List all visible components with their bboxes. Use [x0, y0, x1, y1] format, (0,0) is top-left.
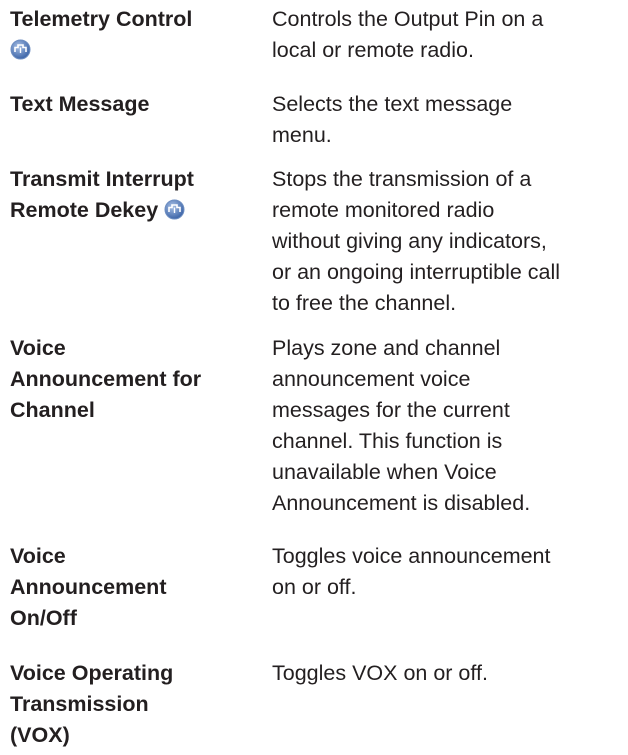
feature-name-line: Transmit Interrupt [10, 167, 194, 191]
feature-name: Transmit Interrupt Remote Dekey [10, 164, 260, 226]
feature-name-text: Remote Dekey [10, 198, 159, 222]
remote-capable-icon [164, 199, 185, 220]
description-line: on or off. [272, 575, 357, 599]
feature-name: Voice Announcement On/Off [10, 541, 260, 634]
description-line: remote monitored radio [272, 198, 495, 222]
feature-name-line: Channel [10, 398, 95, 422]
description-line: without giving any indicators, [272, 229, 547, 253]
description-line: or an ongoing interruptible call [272, 260, 561, 284]
feature-name-line: (VOX) [10, 723, 70, 747]
description-line: Toggles VOX on or off. [272, 661, 488, 685]
feature-name: Voice Operating Transmission (VOX) [10, 658, 260, 751]
description-line: Plays zone and channel [272, 336, 501, 360]
feature-table: Telemetry Control Controls the Output Pi… [0, 0, 628, 755]
feature-name-line: Text Message [10, 92, 150, 116]
description-line: Controls the Output Pin on a [272, 7, 544, 31]
description-line: local or remote radio. [272, 38, 474, 62]
feature-name-line: Telemetry Control [10, 7, 193, 31]
feature-description: Toggles VOX on or off. [272, 658, 624, 689]
description-line: announcement voice [272, 367, 471, 391]
feature-name-line: On/Off [10, 606, 77, 630]
description-line: Toggles voice announcement [272, 544, 551, 568]
feature-description: Stops the transmission of a remote monit… [272, 164, 624, 319]
description-line: Stops the transmission of a [272, 167, 532, 191]
feature-name-line: Voice [10, 544, 66, 568]
feature-name-line: Voice Operating [10, 661, 174, 685]
feature-name-line: Announcement for [10, 367, 202, 391]
remote-capable-icon [10, 39, 31, 60]
feature-name-line: Announcement [10, 575, 167, 599]
feature-icon-line [10, 35, 260, 66]
description-line: messages for the current [272, 398, 510, 422]
feature-description: Selects the text message menu. [272, 89, 624, 151]
feature-description: Controls the Output Pin on a local or re… [272, 4, 624, 66]
feature-description: Plays zone and channel announcement voic… [272, 333, 624, 519]
description-line: channel. This function is [272, 429, 503, 453]
description-line: unavailable when Voice [272, 460, 497, 484]
description-line: menu. [272, 123, 332, 147]
feature-name-line: Voice [10, 336, 66, 360]
feature-name: Voice Announcement for Channel [10, 333, 260, 426]
description-line: to free the channel. [272, 291, 457, 315]
description-line: Selects the text message [272, 92, 513, 116]
feature-name: Telemetry Control [10, 4, 260, 66]
description-line: Announcement is disabled. [272, 491, 531, 515]
feature-name: Text Message [10, 89, 260, 120]
feature-name-line: Remote Dekey [10, 195, 260, 226]
feature-name-line: Transmission [10, 692, 149, 716]
feature-description: Toggles voice announcement on or off. [272, 541, 624, 603]
